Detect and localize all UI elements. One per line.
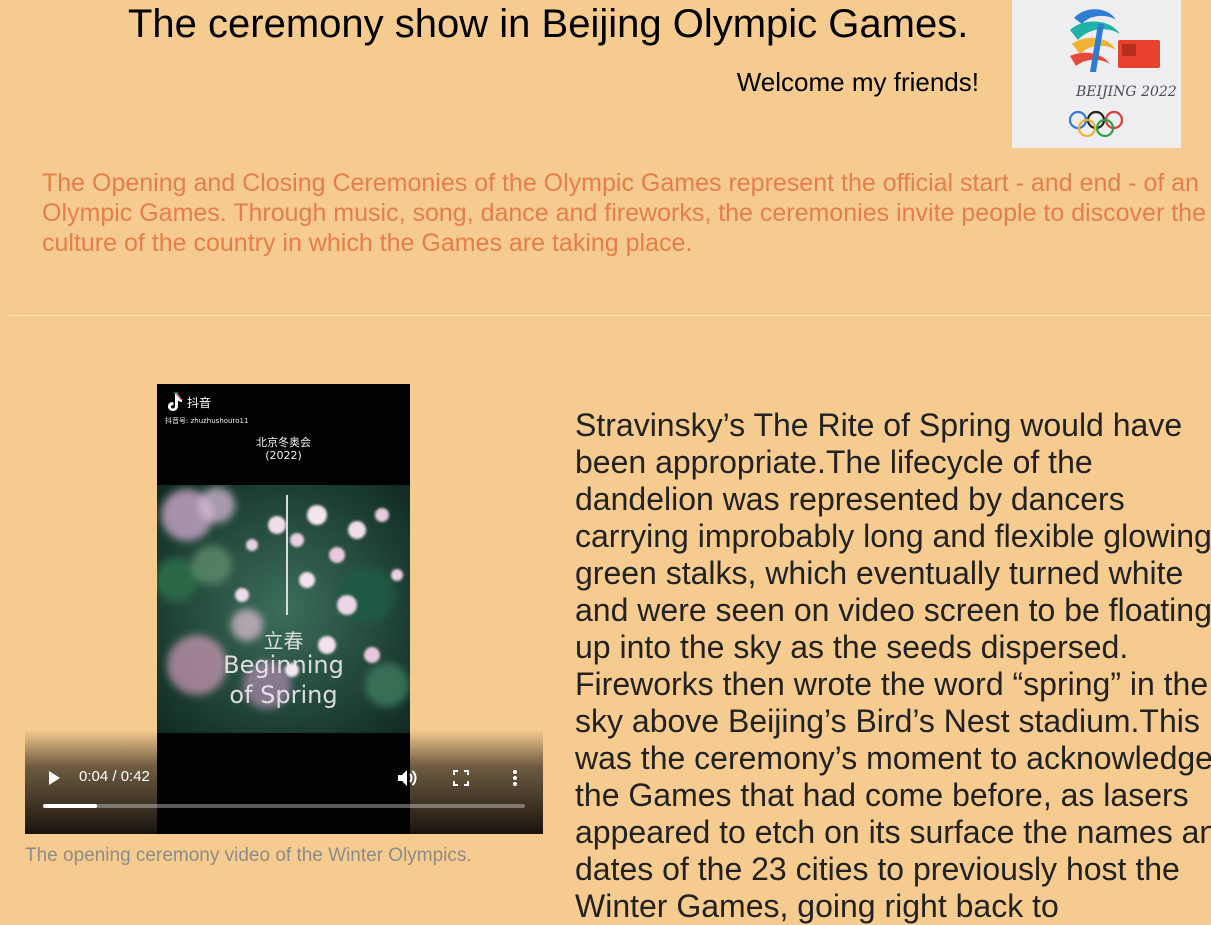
scene-text-english: Beginning of Spring: [157, 650, 410, 710]
video-controls: 0:04 / 0:42: [25, 730, 543, 834]
beijing-2022-emblem-icon: BEIJING 2022: [1068, 9, 1177, 138]
douyin-app-label: 抖音: [187, 395, 212, 410]
video-progress-bar[interactable]: [43, 804, 525, 808]
douyin-icon: [168, 392, 183, 411]
video-games-label: 北京冬奥会 (2022): [157, 436, 410, 462]
scene-text-english-line2: of Spring: [229, 681, 338, 709]
page-title: The ceremony show in Beijing Olympic Gam…: [128, 2, 969, 46]
article-paragraph: Stravinsky’s The Rite of Spring would ha…: [575, 407, 1211, 924]
video-player[interactable]: 抖音 抖音号: zhuzhushouro11 北京冬奥会 (2022) 立春 B…: [25, 384, 543, 834]
beijing-2022-logo: BEIJING 2022: [1012, 0, 1181, 148]
games-label-line2: (2022): [265, 449, 302, 462]
douyin-watermark: 抖音: [165, 392, 211, 412]
video-scene: 立春 Beginning of Spring: [157, 485, 410, 733]
games-label-line1: 北京冬奥会: [256, 436, 311, 449]
play-button[interactable]: [42, 766, 66, 790]
video-caption: The opening ceremony video of the Winter…: [25, 845, 472, 866]
video-progress-fill: [43, 804, 98, 808]
welcome-subtitle: Welcome my friends!: [736, 67, 979, 97]
video-time-display: 0:04 / 0:42: [79, 768, 150, 785]
volume-button[interactable]: [395, 766, 419, 790]
douyin-account-id: 抖音号: zhuzhushouro11: [165, 417, 249, 425]
volume-icon: [398, 770, 417, 786]
section-divider: [8, 315, 1211, 316]
fullscreen-icon: [453, 770, 469, 786]
logo-text: BEIJING 2022: [1075, 84, 1177, 100]
play-icon: [49, 771, 60, 785]
more-options-button[interactable]: [503, 766, 527, 790]
fullscreen-button[interactable]: [449, 766, 473, 790]
scene-text-english-line1: Beginning: [223, 651, 344, 679]
more-vertical-icon: [513, 770, 517, 786]
intro-paragraph: The Opening and Closing Ceremonies of th…: [42, 169, 1206, 257]
